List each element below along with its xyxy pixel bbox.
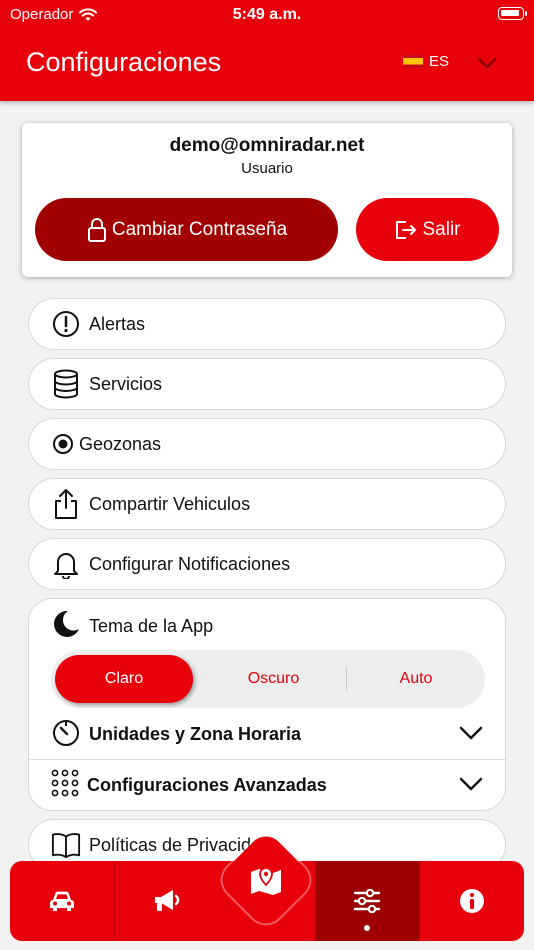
logout-icon [396, 220, 417, 239]
menu-item-configurar-notificaciones[interactable]: Configurar Notificaciones [28, 538, 506, 590]
theme-option-auto[interactable]: Auto [347, 650, 485, 708]
nav-settings[interactable] [315, 861, 419, 941]
map-pin-icon [251, 867, 281, 895]
menu-item-label: Servicios [89, 373, 163, 394]
chevron-down-icon [459, 726, 483, 740]
change-password-label: Cambiar Contraseña [111, 218, 288, 240]
radio-target-icon [51, 429, 75, 459]
timer-icon [51, 717, 81, 752]
change-password-button[interactable]: Cambiar Contraseña [35, 198, 338, 261]
grid-dots-icon [51, 769, 79, 802]
active-indicator [364, 925, 370, 931]
menu-item-servicios[interactable]: Servicios [28, 358, 506, 410]
theme-option-oscuro[interactable]: Oscuro [201, 650, 346, 708]
menu-item-label: Compartir Vehiculos [89, 493, 251, 514]
user-role: Usuario [241, 160, 293, 177]
car-icon [50, 891, 74, 911]
menu-item-alertas[interactable]: Alertas [28, 298, 506, 350]
menu-item-label: Configurar Notificaciones [89, 553, 291, 574]
theme-option-claro[interactable]: Claro [55, 655, 193, 703]
logout-label: Salir [422, 218, 461, 240]
info-icon [460, 889, 484, 913]
status-bar: Operador 5:49 a.m. [0, 0, 534, 30]
nav-info[interactable] [420, 861, 524, 941]
menu-item-geozonas[interactable]: Geozonas [28, 418, 506, 470]
menu-item-label: Geozonas [79, 433, 162, 454]
theme-title-label: Tema de la App [89, 616, 214, 636]
units-timezone-row[interactable]: Unidades y Zona Horaria [29, 709, 507, 759]
database-icon [51, 369, 81, 399]
spain-flag-icon [403, 55, 423, 68]
battery-icon [498, 7, 527, 20]
sliders-icon [353, 888, 381, 914]
page-title: Configuraciones [26, 47, 222, 77]
menu-item-compartir-vehiculos[interactable]: Compartir Vehiculos [28, 478, 506, 530]
logout-button[interactable]: Salir [356, 198, 499, 261]
theme-card: Tema de la App Claro Oscuro Auto Unidade… [28, 598, 507, 811]
user-card: demo@omniradar.net Usuario Cambiar Contr… [22, 123, 512, 277]
language-label: ES [429, 53, 450, 70]
nav-vehicles[interactable] [10, 861, 114, 941]
status-time: 5:49 a.m. [232, 6, 302, 23]
moon-icon [51, 609, 81, 644]
units-timezone-label: Unidades y Zona Horaria [89, 723, 302, 744]
share-icon [51, 489, 81, 519]
language-selector[interactable]: ES [403, 53, 449, 70]
user-email: demo@omniradar.net [169, 135, 365, 156]
app-header: Operador 5:49 a.m. Configuraciones ES [0, 0, 534, 101]
theme-title: Tema de la App [51, 609, 213, 644]
chevron-down-icon[interactable] [476, 52, 498, 74]
menu-item-label: Alertas [89, 313, 146, 334]
theme-segmented-control: Claro Oscuro Auto [51, 650, 485, 708]
advanced-settings-row[interactable]: Configuraciones Avanzadas [29, 760, 507, 810]
lock-icon [87, 217, 106, 242]
alert-circle-icon [51, 309, 81, 339]
open-book-icon [51, 830, 81, 860]
bell-icon [51, 549, 81, 579]
nav-announcements[interactable] [115, 861, 219, 941]
megaphone-icon [155, 890, 180, 911]
advanced-settings-label: Configuraciones Avanzadas [87, 774, 327, 795]
chevron-down-icon [459, 777, 483, 791]
